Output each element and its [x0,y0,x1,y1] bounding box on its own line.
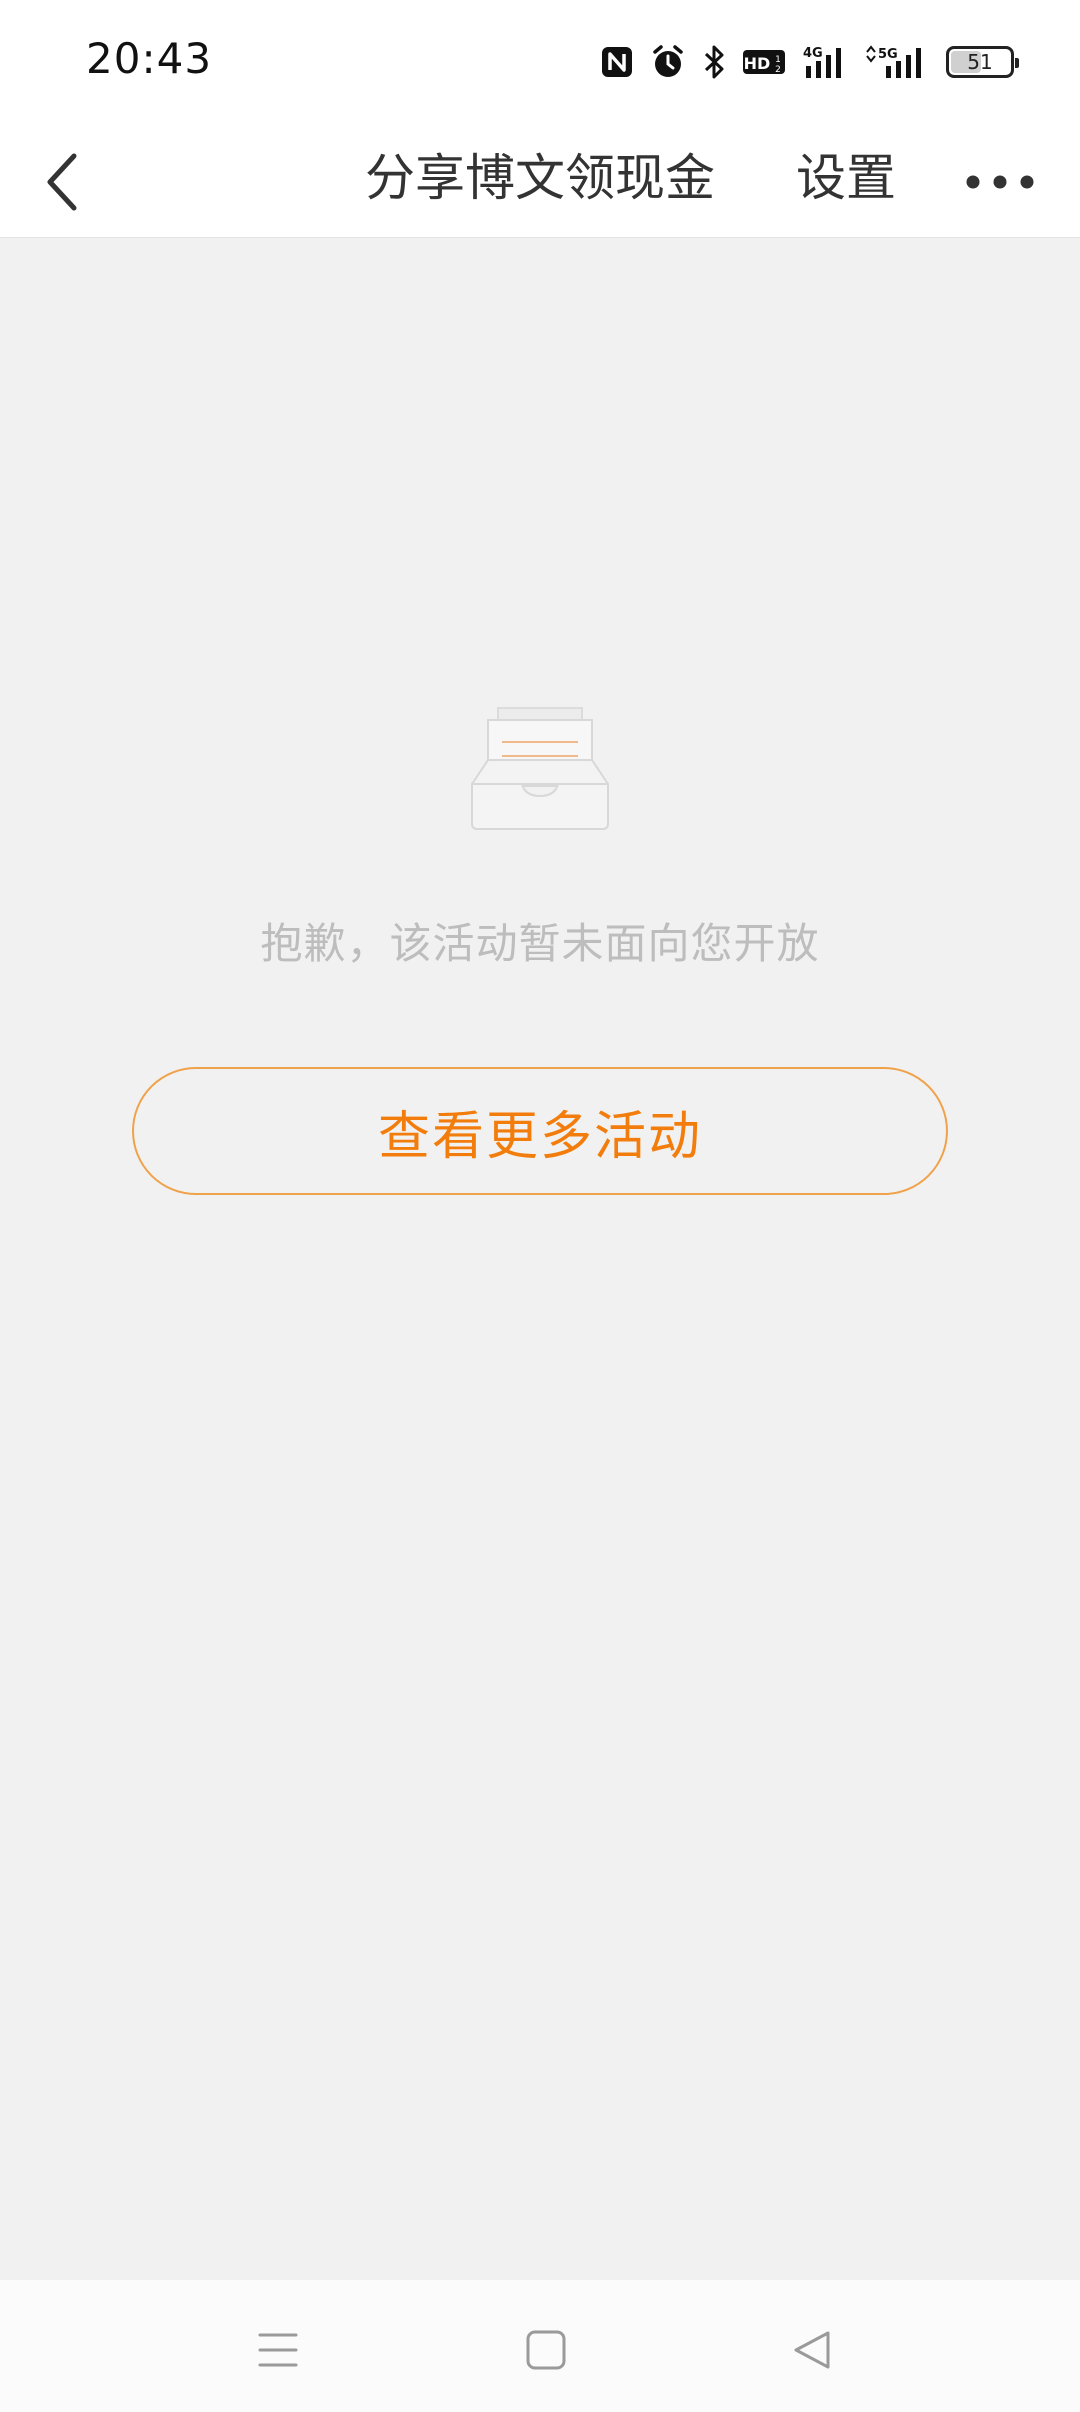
svg-text:1: 1 [775,55,781,65]
more-dots-icon [966,175,1034,189]
nav-menu-button[interactable] [238,2310,318,2390]
page-title: 分享博文领现金 [365,149,715,207]
hd-voice-icon: HD 1 2 [742,47,786,77]
status-icons: HD 1 2 4G 5G 51 [600,40,1019,84]
signal-5g-icon: 5G [864,44,930,80]
home-icon [526,2330,566,2370]
net-4g-label: 4G [803,46,823,61]
empty-state-message: 抱歉，该活动暂未面向您开放 [260,919,820,968]
system-nav-bar [0,2280,1080,2412]
hd-label: HD [744,54,771,73]
alarm-icon [650,44,686,80]
battery-text: 51 [967,50,993,74]
nfc-icon [600,45,634,79]
view-more-activities-button[interactable]: 查看更多活动 [132,1067,948,1195]
battery-icon: 51 [946,46,1019,78]
net-5g-label: 5G [878,47,898,62]
status-time: 20:43 [86,34,213,83]
back-icon [794,2331,830,2369]
chevron-left-icon [47,153,77,211]
signal-4g-icon: 4G [802,44,848,80]
bluetooth-icon [702,44,726,80]
empty-inbox-icon [468,706,612,832]
status-bar: 20:43 HD 1 2 4G 5G 51 [0,0,1080,120]
nav-home-button[interactable] [506,2310,586,2390]
menu-icon [258,2333,298,2367]
settings-button[interactable]: 设置 [790,138,902,218]
main-content: 抱歉，该活动暂未面向您开放 查看更多活动 [0,238,1080,2280]
more-button[interactable] [955,142,1045,222]
svg-text:2: 2 [775,65,781,75]
title-bar: 分享博文领现金 设置 [0,120,1080,238]
nav-back-button[interactable] [772,2310,852,2390]
back-button[interactable] [22,142,102,222]
